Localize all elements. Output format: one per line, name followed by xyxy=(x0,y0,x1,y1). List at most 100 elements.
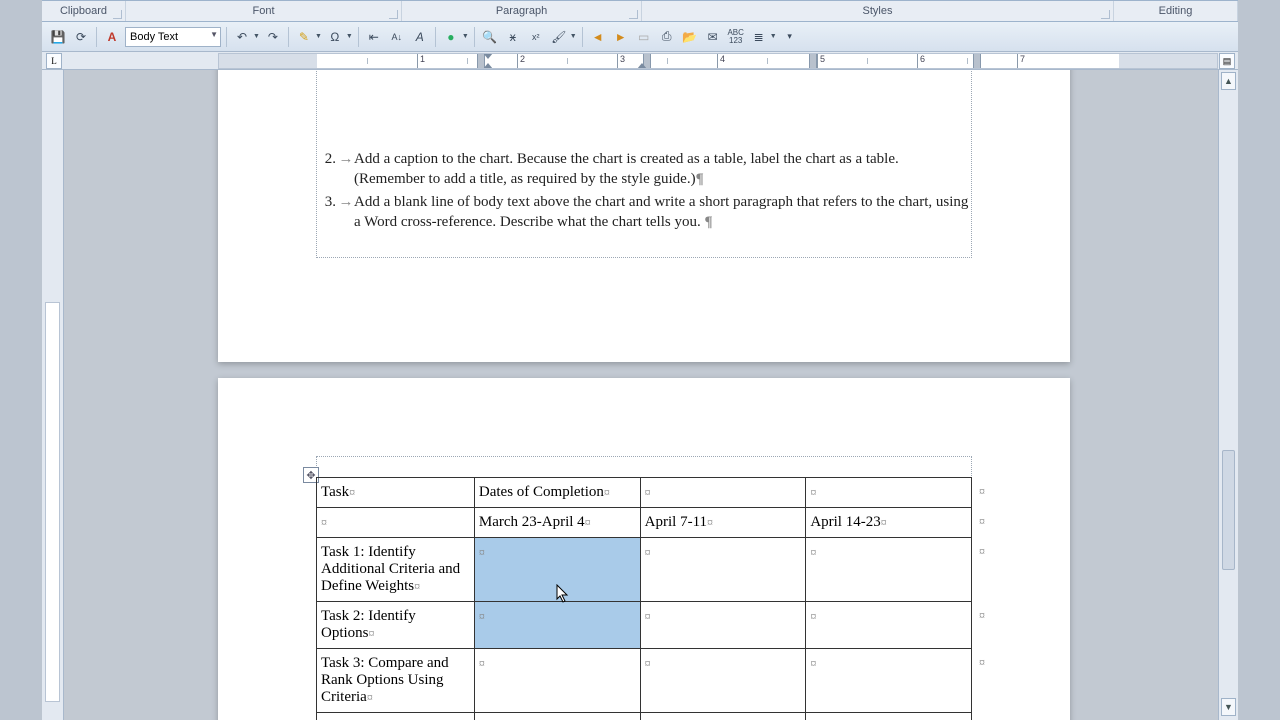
decrease-indent-icon[interactable]: ⇤ xyxy=(364,27,384,47)
first-line-indent-marker[interactable] xyxy=(483,53,493,59)
paragraph-launcher-icon[interactable] xyxy=(629,10,638,19)
vertical-scrollbar[interactable]: ▲ ▼ xyxy=(1218,70,1238,720)
table-cell-shaded[interactable]: ¤ xyxy=(474,602,640,649)
mail-icon[interactable]: ✉ xyxy=(703,27,723,47)
chevron-down-icon: ▼ xyxy=(210,30,218,39)
table-row[interactable]: Task¤ Dates of Completion¤ ¤ ¤¤ xyxy=(317,478,972,508)
pilcrow-icon: ¶ xyxy=(704,214,712,230)
row-end-mark-icon: ¤ xyxy=(979,655,985,670)
symbol-dropdown-icon[interactable]: ▼ xyxy=(346,33,353,40)
view-ruler-toggle[interactable]: ▤ xyxy=(1219,53,1235,69)
format-painter-dropdown-icon[interactable]: ▼ xyxy=(570,33,577,40)
table-row[interactable]: Task 3: Compare and Rank Options Using C… xyxy=(317,649,972,713)
scroll-up-icon[interactable]: ▲ xyxy=(1221,72,1236,90)
save-icon[interactable]: 💾 xyxy=(48,27,68,47)
table-cell[interactable]: ¤ xyxy=(640,649,806,713)
table-row[interactable]: Task 2: Identify Options¤ ¤ ¤ ¤¤ xyxy=(317,602,972,649)
ruler-left-margin xyxy=(219,54,317,68)
table-cell[interactable]: April 14-23¤¤ xyxy=(806,508,972,538)
font-launcher-icon[interactable] xyxy=(389,10,398,19)
table-cell[interactable]: March 23-April 4¤ xyxy=(474,508,640,538)
table-cell[interactable]: ¤¤ xyxy=(806,649,972,713)
row-end-mark-icon: ¤ xyxy=(979,608,985,623)
quick-toolbar: 💾 ⟳ A Body Text ▼ ↶▼ ↷ ✎▼ Ω▼ ⇤ A↓ A ●▼ 🔍… xyxy=(42,22,1238,52)
table-cell[interactable]: ¤ xyxy=(640,538,806,602)
format-painter-icon[interactable]: 🖌 xyxy=(549,27,569,47)
separator xyxy=(96,27,97,47)
cell-mark-icon: ¤ xyxy=(645,545,651,559)
ruler-inch-label: 1 xyxy=(417,54,425,68)
cell-mark-icon: ¤ xyxy=(810,545,816,559)
table-cell[interactable]: ¤¤ xyxy=(806,538,972,602)
hanging-indent-marker[interactable] xyxy=(483,63,493,69)
symbol-icon[interactable]: Ω xyxy=(325,27,345,47)
clipboard-launcher-icon[interactable] xyxy=(113,10,122,19)
back-icon[interactable]: ◄ xyxy=(588,27,608,47)
list-item[interactable]: 2. → Add a caption to the chart. Because… xyxy=(316,150,972,189)
table-cell[interactable]: April 7-11¤ xyxy=(640,508,806,538)
line-spacing-icon[interactable]: ≣ xyxy=(749,27,769,47)
table-cell[interactable]: ¤ xyxy=(640,713,806,720)
table-cell[interactable]: ¤ xyxy=(640,602,806,649)
font-color-icon[interactable]: A xyxy=(102,27,122,47)
scroll-down-icon[interactable]: ▼ xyxy=(1221,698,1236,716)
horizontal-ruler[interactable]: 1 2 3 4 5 6 7 xyxy=(218,53,1218,69)
superscript-icon[interactable]: x² xyxy=(526,27,546,47)
table-row[interactable]: Task 4: Prepare a Recommendation Report¤… xyxy=(317,713,972,720)
line-spacing-dropdown-icon[interactable]: ▼ xyxy=(770,33,777,40)
document-icon[interactable]: ▭ xyxy=(634,27,654,47)
highlight-icon[interactable]: ✎ xyxy=(294,27,314,47)
table-cell[interactable]: Task 2: Identify Options¤ xyxy=(317,602,475,649)
table-cell-shaded[interactable]: ¤ xyxy=(474,538,640,602)
styles-launcher-icon[interactable] xyxy=(1101,10,1110,19)
table-cell[interactable]: ¤¤ xyxy=(806,602,972,649)
right-indent-marker[interactable] xyxy=(637,63,647,69)
tab-selector[interactable]: L xyxy=(46,53,62,69)
forward-icon[interactable]: ► xyxy=(611,27,631,47)
scroll-thumb[interactable] xyxy=(1222,450,1235,570)
style-combo[interactable]: Body Text ▼ xyxy=(125,27,221,47)
zoom-icon[interactable]: 🔍 xyxy=(480,27,500,47)
table-row[interactable]: Task 1: Identify Additional Criteria and… xyxy=(317,538,972,602)
list-item[interactable]: 3. → Add a blank line of body text above… xyxy=(316,193,972,232)
clear-format-icon[interactable]: A xyxy=(410,27,430,47)
undo-dropdown-icon[interactable]: ▼ xyxy=(253,33,260,40)
list-text[interactable]: Add a blank line of body text above the … xyxy=(354,193,972,232)
numbered-list[interactable]: 2. → Add a caption to the chart. Because… xyxy=(316,150,972,236)
table-cell[interactable]: ¤ xyxy=(317,508,475,538)
print-icon[interactable]: ⎙ xyxy=(657,27,677,47)
shading-dropdown-icon[interactable]: ▼ xyxy=(462,33,469,40)
table-cell[interactable]: ¤¤ xyxy=(806,478,972,508)
table-cell[interactable]: ¤¤ xyxy=(806,713,972,720)
word-count-icon[interactable]: ABC123 xyxy=(726,27,746,47)
list-text[interactable]: Add a caption to the chart. Because the … xyxy=(354,150,972,189)
shading-icon[interactable]: ● xyxy=(441,27,461,47)
cell-mark-icon: ¤ xyxy=(881,515,887,529)
table-cell[interactable]: Dates of Completion¤ xyxy=(474,478,640,508)
ruler-column-marker[interactable] xyxy=(973,54,981,68)
strikethrough-icon[interactable]: x xyxy=(503,27,523,47)
table-cell[interactable]: ¤ xyxy=(474,649,640,713)
ruler-column-marker[interactable] xyxy=(809,54,817,68)
customize-toolbar-icon[interactable]: ▾ xyxy=(780,27,800,47)
table-cell[interactable]: Task¤ xyxy=(317,478,475,508)
table-cell[interactable]: Task 3: Compare and Rank Options Using C… xyxy=(317,649,475,713)
refresh-icon[interactable]: ⟳ xyxy=(71,27,91,47)
table-row[interactable]: ¤ March 23-April 4¤ April 7-11¤ April 14… xyxy=(317,508,972,538)
ruler-inch-label: 4 xyxy=(717,54,725,68)
vertical-ruler[interactable] xyxy=(42,70,64,720)
table-cell[interactable]: Task 1: Identify Additional Criteria and… xyxy=(317,538,475,602)
highlight-dropdown-icon[interactable]: ▼ xyxy=(315,33,322,40)
separator xyxy=(288,27,289,47)
undo-icon[interactable]: ↶ xyxy=(232,27,252,47)
table-cell[interactable]: Task 4: Prepare a Recommendation Report¤ xyxy=(317,713,475,720)
group-paragraph: Paragraph xyxy=(402,1,642,21)
open-folder-icon[interactable]: 📂 xyxy=(680,27,700,47)
schedule-table[interactable]: Task¤ Dates of Completion¤ ¤ ¤¤ ¤ March … xyxy=(316,477,972,720)
redo-icon[interactable]: ↷ xyxy=(263,27,283,47)
page-canvas[interactable]: 2. → Add a caption to the chart. Because… xyxy=(64,70,1218,720)
group-styles: Styles xyxy=(642,1,1114,21)
table-cell[interactable]: ¤ xyxy=(640,478,806,508)
sort-icon[interactable]: A↓ xyxy=(387,27,407,47)
table-cell[interactable]: ¤ xyxy=(474,713,640,720)
